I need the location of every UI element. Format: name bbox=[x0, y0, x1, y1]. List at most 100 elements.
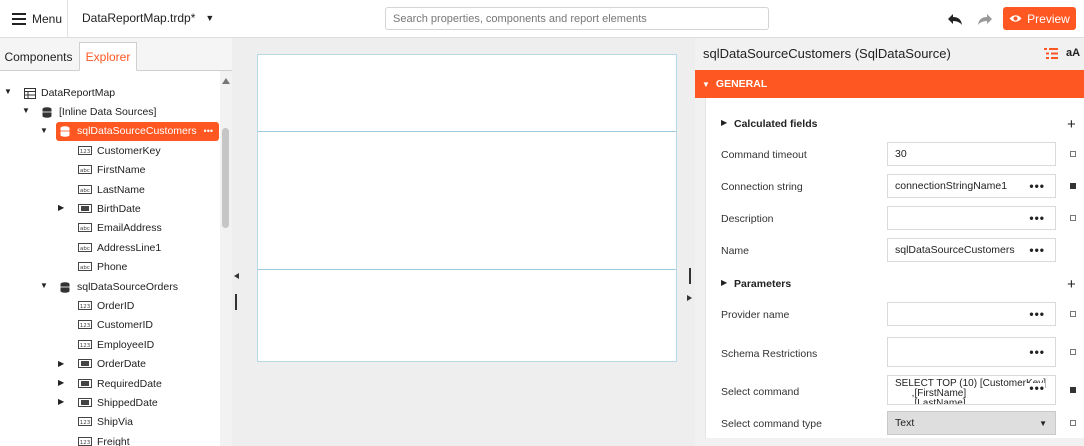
tree-node-label: ShipVia bbox=[97, 416, 134, 429]
svg-text:abc: abc bbox=[80, 265, 90, 271]
collapse-right-icon[interactable] bbox=[687, 295, 692, 301]
tree-node[interactable]: abc LastName bbox=[74, 180, 145, 199]
tree-node[interactable]: abc EmailAddress bbox=[74, 219, 162, 238]
expand-toggle-icon[interactable]: ▼ bbox=[22, 106, 32, 116]
collapse-toggle-icon[interactable]: ▶ bbox=[58, 359, 68, 369]
command-type-select[interactable]: Text ▼ bbox=[887, 411, 1056, 435]
tree-node[interactable]: RequiredDate bbox=[74, 374, 162, 393]
tree-node[interactable]: BirthDate bbox=[74, 199, 141, 218]
general-section-header[interactable]: ▼ GENERAL bbox=[695, 70, 1084, 98]
property-row: Name sqlDataSourceCustomers ••• bbox=[706, 238, 1084, 268]
scroll-up-icon[interactable] bbox=[222, 78, 230, 84]
tree-node[interactable]: 123 OrderID bbox=[74, 296, 134, 315]
expand-arrow-icon[interactable]: ▶ bbox=[721, 118, 727, 127]
expand-toggle-icon[interactable]: ▼ bbox=[40, 281, 50, 291]
database-icon bbox=[42, 107, 54, 118]
tree-node[interactable]: sqlDataSourceCustomers ••• bbox=[56, 121, 219, 141]
more-options-icon[interactable]: ••• bbox=[204, 126, 219, 136]
property-value-field[interactable]: sqlDataSourceCustomers ••• bbox=[887, 238, 1056, 262]
text-field-icon: abc bbox=[78, 242, 92, 253]
property-status-icon[interactable] bbox=[1070, 215, 1076, 221]
numeric-field-icon: 123 bbox=[78, 145, 92, 156]
tree-node[interactable]: sqlDataSourceOrders bbox=[56, 277, 178, 296]
more-options-icon[interactable]: ••• bbox=[1029, 179, 1045, 193]
property-status-icon[interactable] bbox=[1070, 183, 1076, 189]
property-status-icon[interactable] bbox=[1070, 387, 1076, 393]
more-options-icon[interactable]: ••• bbox=[1029, 307, 1045, 321]
property-status-icon[interactable] bbox=[1070, 420, 1076, 426]
tree-node-label: CustomerID bbox=[97, 319, 154, 332]
top-toolbar: Menu DataReportMap.trdp* ▼ Preview bbox=[0, 0, 1084, 38]
properties-title: sqlDataSourceCustomers (SqlDataSource) bbox=[703, 46, 951, 61]
property-value-field[interactable]: 30 bbox=[887, 142, 1056, 166]
tree-node-label: sqlDataSourceCustomers bbox=[77, 125, 197, 138]
undo-icon[interactable] bbox=[946, 10, 964, 28]
tree-node[interactable]: 123 EmployeeID bbox=[74, 335, 154, 354]
tree-node-label: Freight bbox=[97, 435, 130, 446]
property-value-field[interactable]: ••• bbox=[887, 206, 1056, 230]
text-field-icon: abc bbox=[78, 165, 92, 175]
categorized-view-icon[interactable] bbox=[1044, 47, 1058, 60]
collapse-left-icon[interactable] bbox=[234, 273, 239, 279]
property-label: Select command bbox=[721, 386, 800, 398]
tree-node-label: AddressLine1 bbox=[97, 241, 162, 254]
tree-node[interactable]: 123 Freight bbox=[74, 432, 130, 446]
alphabetical-view-icon[interactable]: aA bbox=[1066, 47, 1080, 59]
search-input[interactable] bbox=[385, 7, 769, 30]
tab-components[interactable]: Components bbox=[0, 42, 77, 71]
tree-node[interactable]: 123 CustomerID bbox=[74, 316, 153, 335]
numeric-field-icon: 123 bbox=[78, 417, 92, 427]
tree-node[interactable]: 123 ShipVia bbox=[74, 413, 133, 432]
property-status-icon[interactable] bbox=[1070, 151, 1076, 157]
more-options-icon[interactable]: ••• bbox=[1026, 382, 1045, 394]
tree-node[interactable]: DataReportMap bbox=[20, 83, 115, 102]
menu-button[interactable]: Menu bbox=[6, 6, 68, 32]
tree-node[interactable]: abc FirstName bbox=[74, 161, 145, 180]
tree-node[interactable]: [Inline Data Sources] bbox=[38, 102, 156, 121]
numeric-field-icon: 123 bbox=[78, 436, 92, 446]
splitter-handle[interactable] bbox=[689, 268, 691, 284]
add-icon[interactable]: + bbox=[1067, 117, 1076, 132]
expand-arrow-icon[interactable]: ▶ bbox=[721, 278, 727, 287]
date-field-icon bbox=[78, 203, 92, 214]
caret-down-icon: ▼ bbox=[205, 13, 215, 23]
property-status-icon[interactable] bbox=[1070, 349, 1076, 355]
property-row: Select command type Text ▼ bbox=[706, 411, 1084, 441]
property-row: Schema Restrictions ••• bbox=[706, 337, 1084, 367]
collapse-toggle-icon[interactable]: ▶ bbox=[58, 397, 68, 407]
tree-node-label: DataReportMap bbox=[41, 86, 116, 99]
panel-tabs: Components Explorer bbox=[0, 38, 232, 71]
property-value-field[interactable]: ••• bbox=[887, 302, 1056, 326]
file-dropdown[interactable]: DataReportMap.trdp* ▼ bbox=[82, 11, 214, 25]
tree-node[interactable]: abc AddressLine1 bbox=[74, 238, 161, 257]
expand-toggle-icon[interactable]: ▼ bbox=[40, 126, 50, 136]
collapse-toggle-icon[interactable]: ▶ bbox=[58, 203, 68, 213]
more-options-icon[interactable]: ••• bbox=[1029, 243, 1045, 257]
report-page[interactable] bbox=[257, 54, 677, 362]
report-band[interactable] bbox=[258, 55, 676, 132]
expand-toggle-icon[interactable]: ▼ bbox=[4, 87, 14, 97]
tree-node[interactable]: abc Phone bbox=[74, 258, 127, 277]
property-value-field[interactable]: SELECT TOP (10) [CustomerKey] ,[FirstNam… bbox=[887, 375, 1056, 405]
collapse-toggle-icon[interactable]: ▶ bbox=[58, 378, 68, 388]
add-icon[interactable]: + bbox=[1067, 277, 1076, 292]
menu-label: Menu bbox=[32, 12, 63, 26]
property-label: Provider name bbox=[721, 309, 790, 321]
date-field-icon bbox=[78, 378, 92, 389]
sql-datasource-icon bbox=[60, 126, 72, 138]
tab-explorer[interactable]: Explorer bbox=[79, 42, 137, 71]
splitter-handle[interactable] bbox=[235, 294, 237, 310]
more-options-icon[interactable]: ••• bbox=[1029, 345, 1045, 359]
more-options-icon[interactable]: ••• bbox=[1029, 211, 1045, 225]
tree-node[interactable]: ShippedDate bbox=[74, 393, 158, 412]
preview-button[interactable]: Preview bbox=[1003, 7, 1076, 30]
svg-text:123: 123 bbox=[80, 343, 91, 349]
tree-node[interactable]: 123 CustomerKey bbox=[74, 141, 161, 160]
redo-icon[interactable] bbox=[976, 10, 994, 28]
property-status-icon[interactable] bbox=[1070, 311, 1076, 317]
property-value-field[interactable]: ••• bbox=[887, 337, 1056, 367]
report-band[interactable] bbox=[258, 132, 676, 270]
property-value-field[interactable]: connectionStringName1 ••• bbox=[887, 174, 1056, 198]
tree-node[interactable]: OrderDate bbox=[74, 355, 146, 374]
scroll-thumb[interactable] bbox=[222, 128, 229, 228]
